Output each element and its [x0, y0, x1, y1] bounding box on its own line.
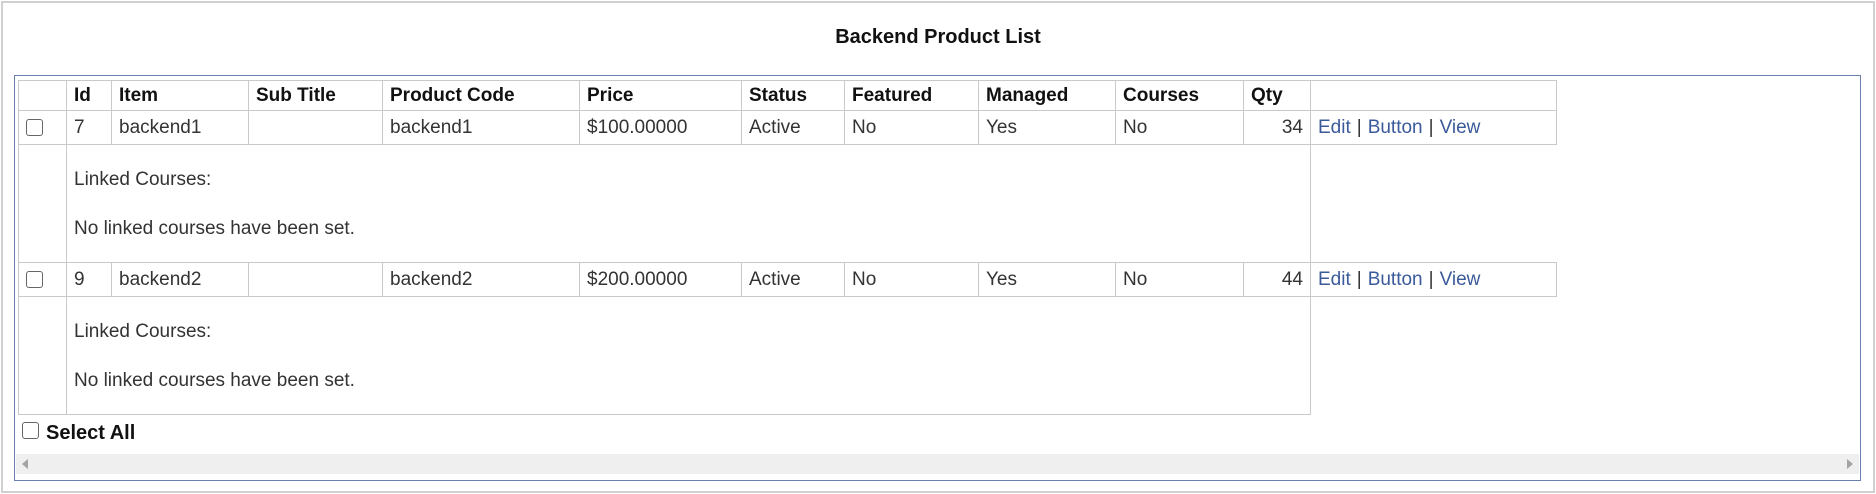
select-all[interactable]: Select All	[22, 422, 135, 445]
scroll-left-icon[interactable]	[22, 459, 28, 469]
horizontal-scrollbar[interactable]	[16, 454, 1859, 474]
action-separator: |	[1428, 116, 1434, 138]
cell-sub-title	[248, 110, 383, 145]
cell-featured: No	[844, 262, 979, 297]
edit-link[interactable]: Edit	[1318, 269, 1351, 290]
action-separator: |	[1356, 268, 1362, 290]
action-separator: |	[1428, 268, 1434, 290]
column-header-courses[interactable]: Courses	[1115, 80, 1244, 111]
row-checkbox[interactable]	[26, 270, 43, 288]
column-header-select	[18, 80, 67, 111]
cell-featured: No	[844, 110, 979, 145]
cell-courses: No	[1115, 262, 1244, 297]
cell-managed: Yes	[978, 262, 1116, 297]
column-header-actions	[1310, 80, 1557, 111]
row-checkbox[interactable]	[26, 118, 43, 136]
edit-link[interactable]: Edit	[1318, 117, 1351, 138]
cell-managed: Yes	[978, 110, 1116, 145]
cell-sub-title	[248, 262, 383, 297]
cell-courses: No	[1115, 110, 1244, 145]
row-select-cell	[18, 110, 67, 145]
product-list-panel: Id Item Sub Title Product Code Price Sta…	[14, 75, 1861, 481]
table-row: 7 backend1 backend1 $100.00000 Active No…	[18, 110, 1557, 145]
cell-status: Active	[741, 110, 845, 145]
button-link[interactable]: Button	[1368, 269, 1423, 290]
cell-qty: 34	[1243, 110, 1311, 145]
column-header-price[interactable]: Price	[579, 80, 742, 111]
linked-courses-cell: Linked Courses: No linked courses have b…	[66, 296, 1311, 415]
cell-product-code: backend1	[382, 110, 580, 145]
column-header-status[interactable]: Status	[741, 80, 845, 111]
linked-courses-label: Linked Courses:	[74, 321, 212, 342]
product-table: Id Item Sub Title Product Code Price Sta…	[18, 80, 1557, 415]
row-select-cell	[18, 262, 67, 297]
cell-actions: Edit | Button | View	[1310, 262, 1557, 297]
table-header-row: Id Item Sub Title Product Code Price Sta…	[18, 80, 1557, 111]
cell-product-code: backend2	[382, 262, 580, 297]
action-separator: |	[1356, 116, 1362, 138]
select-all-label: Select All	[46, 422, 136, 444]
column-header-featured[interactable]: Featured	[844, 80, 979, 111]
cell-price: $200.00000	[579, 262, 742, 297]
scroll-right-icon[interactable]	[1847, 459, 1853, 469]
detail-row: Linked Courses: No linked courses have b…	[18, 144, 1557, 263]
detail-row: Linked Courses: No linked courses have b…	[18, 296, 1557, 415]
linked-courses-cell: Linked Courses: No linked courses have b…	[66, 144, 1311, 263]
select-all-checkbox[interactable]	[22, 422, 39, 439]
view-link[interactable]: View	[1440, 117, 1481, 138]
button-link[interactable]: Button	[1368, 117, 1423, 138]
detail-spacer	[18, 296, 67, 415]
cell-price: $100.00000	[579, 110, 742, 145]
linked-courses-label: Linked Courses:	[74, 169, 212, 190]
column-header-managed[interactable]: Managed	[978, 80, 1116, 111]
column-header-id[interactable]: Id	[66, 80, 112, 111]
view-link[interactable]: View	[1440, 269, 1481, 290]
page-title: Backend Product List	[835, 26, 1041, 48]
column-header-product-code[interactable]: Product Code	[382, 80, 580, 111]
column-header-item[interactable]: Item	[111, 80, 249, 111]
cell-id: 9	[66, 262, 112, 297]
table-row: 9 backend2 backend2 $200.00000 Active No…	[18, 262, 1557, 297]
detail-spacer	[18, 144, 67, 263]
detail-empty	[1310, 296, 1557, 415]
cell-item: backend1	[111, 110, 249, 145]
cell-id: 7	[66, 110, 112, 145]
cell-item: backend2	[111, 262, 249, 297]
cell-status: Active	[741, 262, 845, 297]
column-header-sub-title[interactable]: Sub Title	[248, 80, 383, 111]
detail-empty	[1310, 144, 1557, 263]
linked-courses-text: No linked courses have been set.	[74, 218, 355, 239]
column-header-qty[interactable]: Qty	[1243, 80, 1311, 111]
cell-qty: 44	[1243, 262, 1311, 297]
cell-actions: Edit | Button | View	[1310, 110, 1557, 145]
linked-courses-text: No linked courses have been set.	[74, 370, 355, 391]
